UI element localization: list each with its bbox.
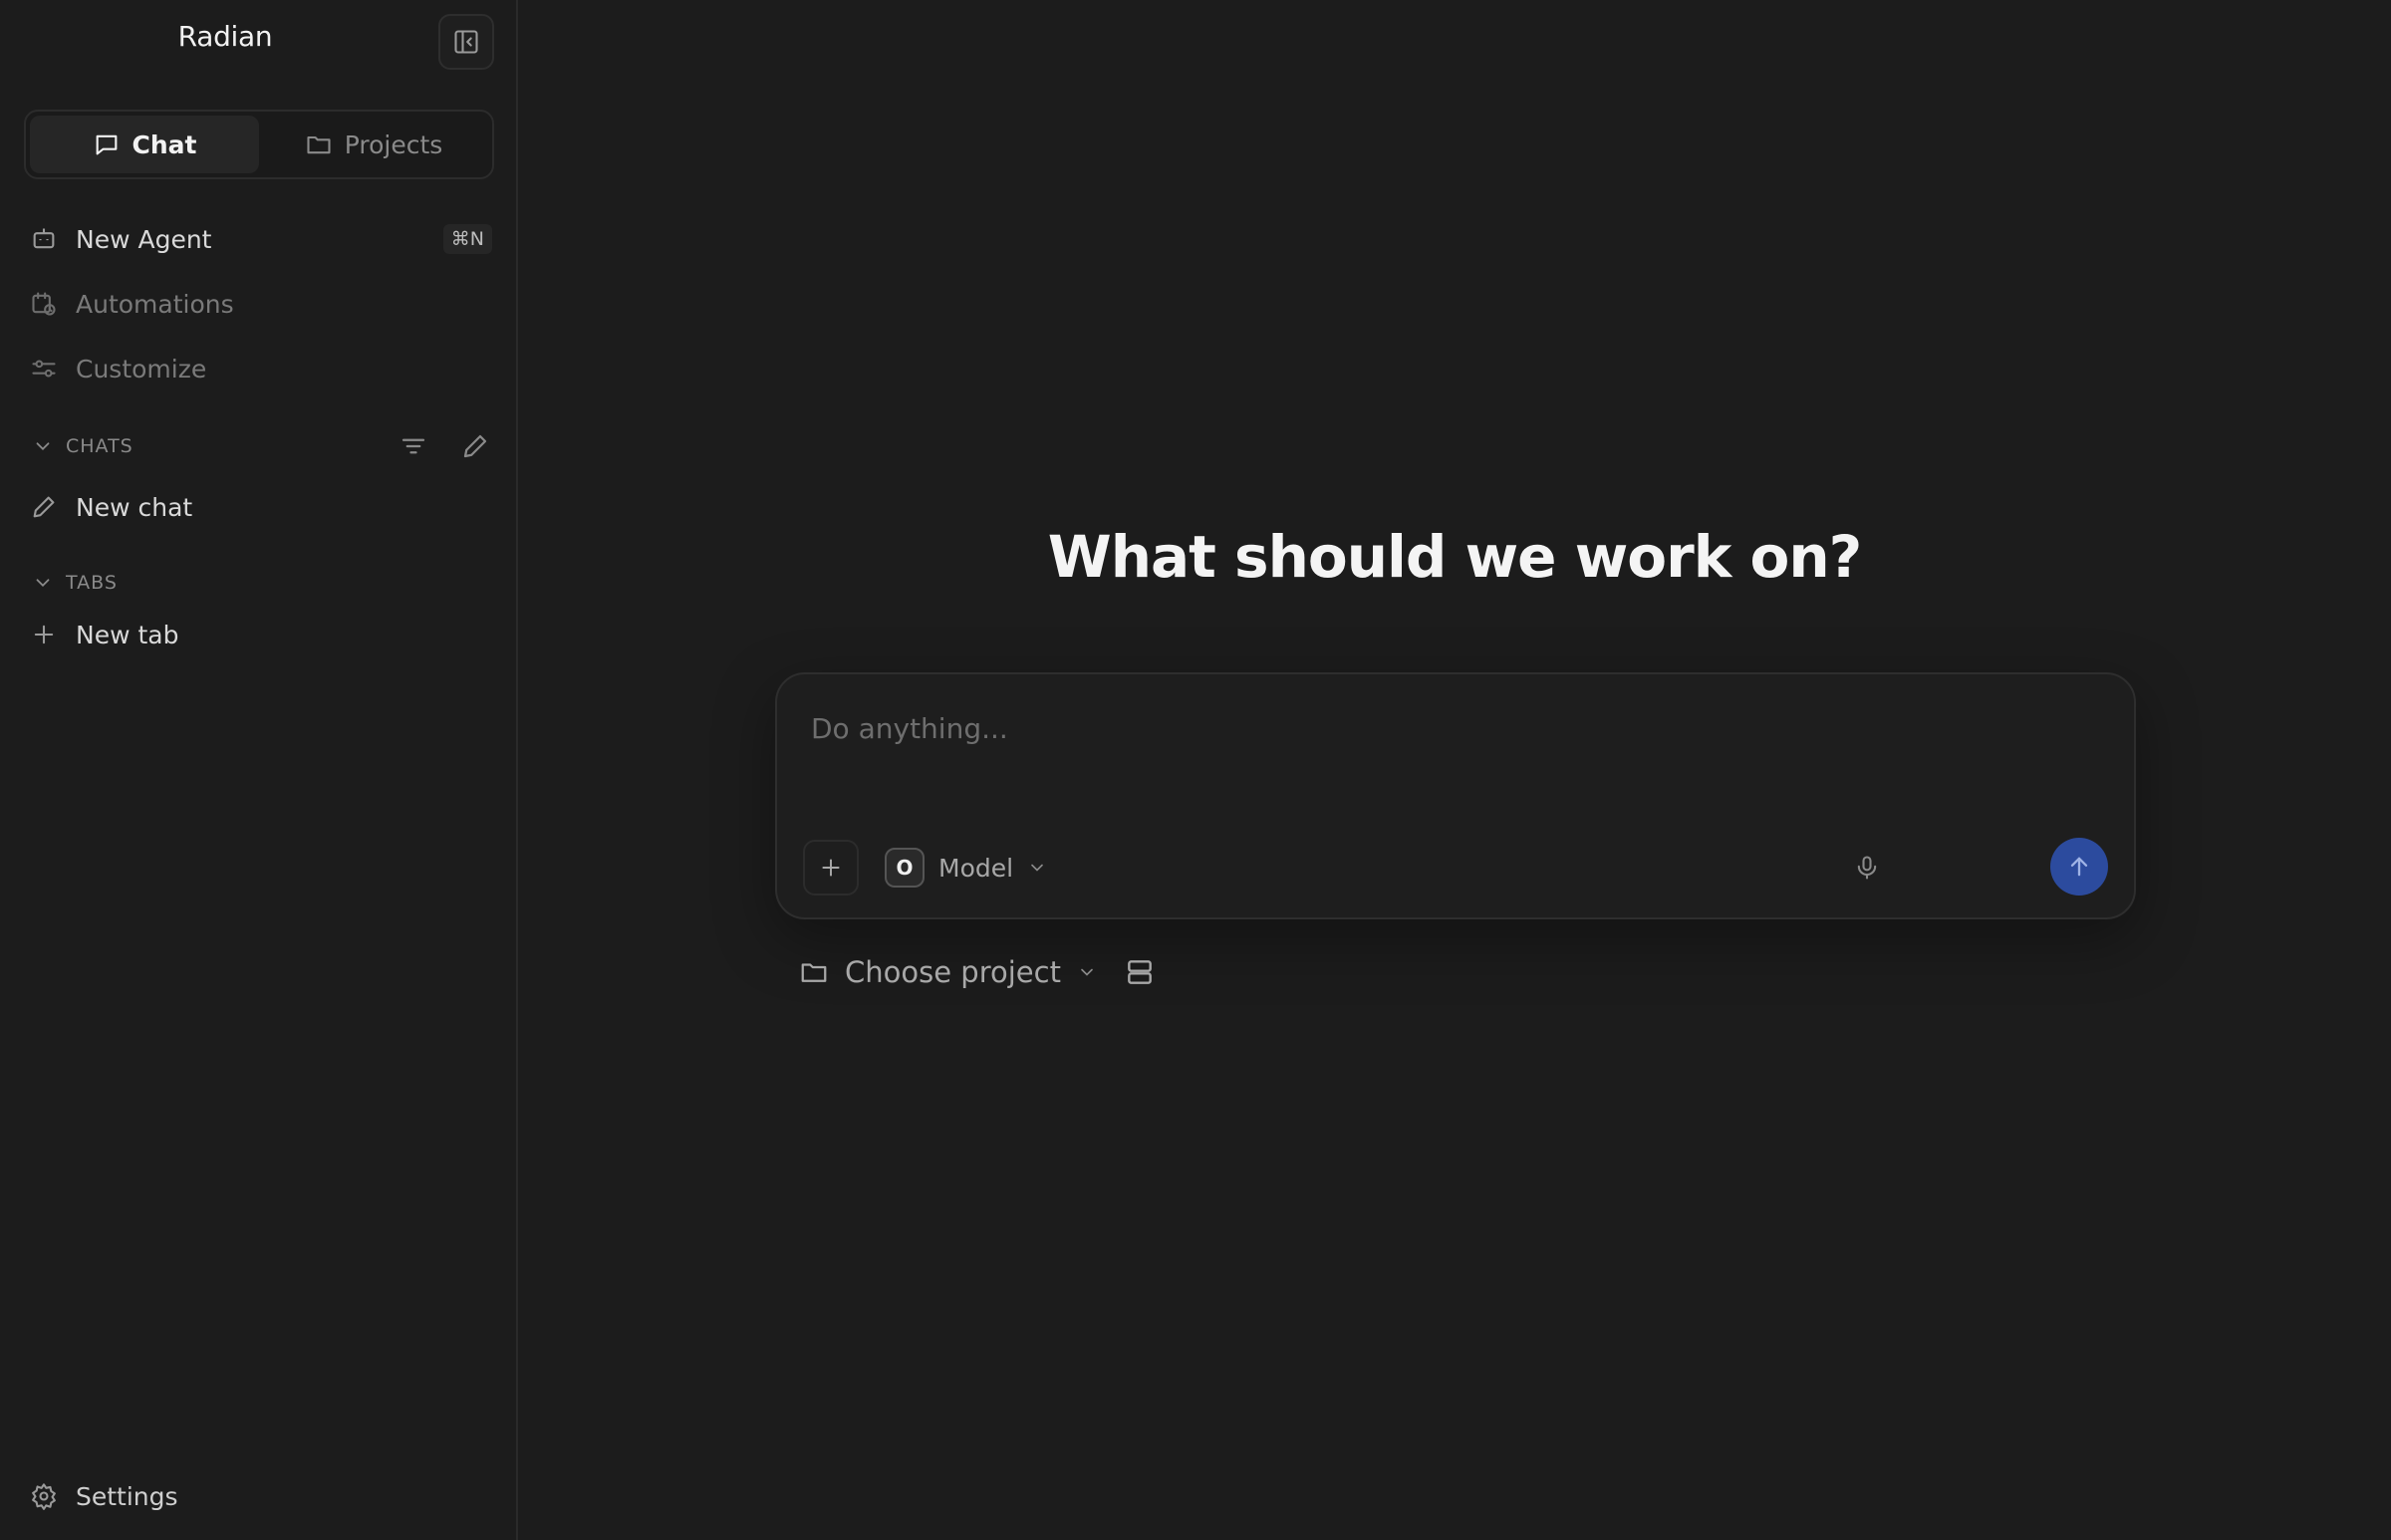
project-picker[interactable]: Choose project bbox=[799, 949, 1097, 995]
model-badge: O bbox=[885, 848, 925, 888]
pencil-icon bbox=[33, 496, 55, 518]
tab-chat-label: Chat bbox=[132, 129, 197, 159]
project-picker-label: Choose project bbox=[845, 955, 1061, 989]
chevron-down-icon bbox=[1081, 968, 1093, 976]
nav-automations-label: Automations bbox=[76, 289, 234, 319]
calendar-clock-icon bbox=[32, 292, 56, 316]
nav-new-agent-label: New Agent bbox=[76, 224, 212, 254]
app-title: Radian bbox=[177, 20, 273, 53]
sidebar-item-new-chat[interactable]: New chat bbox=[30, 483, 492, 531]
collapse-sidebar-button[interactable] bbox=[438, 14, 494, 70]
chats-section-label: CHATS bbox=[66, 435, 133, 457]
chats-section-header[interactable]: CHATS bbox=[32, 426, 490, 466]
layout-toggle-button[interactable] bbox=[1120, 952, 1160, 992]
folder-icon bbox=[801, 963, 827, 982]
voice-input-button[interactable] bbox=[1845, 846, 1889, 890]
view-switcher: Chat Projects bbox=[24, 110, 494, 179]
composer: O Model bbox=[775, 672, 2136, 919]
model-label: Model bbox=[938, 853, 1014, 883]
new-tab-label: New tab bbox=[76, 620, 179, 649]
robot-icon bbox=[33, 228, 55, 249]
chevron-down-icon bbox=[36, 579, 50, 588]
sliders-icon bbox=[32, 360, 56, 378]
nav-customize-label: Customize bbox=[76, 354, 207, 384]
prompt-input[interactable] bbox=[809, 704, 2084, 752]
chevron-down-icon bbox=[1031, 864, 1043, 872]
settings-label: Settings bbox=[76, 1481, 178, 1511]
main-area: What should we work on? O Model bbox=[518, 0, 2391, 1540]
app-window: Radian Chat Projects New Agent ⌘N Automa… bbox=[0, 0, 2391, 1540]
stacked-layout-icon bbox=[1128, 960, 1152, 984]
sidebar-item-new-tab[interactable]: New tab bbox=[30, 611, 492, 658]
plus-icon bbox=[822, 859, 840, 877]
folder-icon bbox=[307, 135, 331, 154]
chevron-down-icon bbox=[36, 442, 50, 451]
nav-automations[interactable]: Automations bbox=[30, 280, 492, 328]
chat-bubble-icon bbox=[96, 134, 117, 155]
pencil-icon bbox=[463, 434, 487, 458]
tab-chat[interactable]: Chat bbox=[30, 116, 259, 173]
microphone-icon bbox=[1857, 856, 1877, 880]
settings-button[interactable]: Settings bbox=[30, 1472, 178, 1520]
filter-chats-button[interactable] bbox=[398, 431, 428, 461]
send-button[interactable] bbox=[2050, 838, 2108, 896]
nav-customize[interactable]: Customize bbox=[30, 345, 492, 392]
attach-button[interactable] bbox=[803, 840, 859, 896]
tabs-section-header[interactable]: TABS bbox=[32, 563, 490, 603]
tab-projects[interactable]: Projects bbox=[259, 116, 488, 173]
plus-icon bbox=[34, 625, 54, 644]
sidebar: Radian Chat Projects New Agent ⌘N Automa… bbox=[0, 0, 518, 1540]
tab-projects-label: Projects bbox=[344, 129, 443, 159]
gear-icon bbox=[32, 1483, 56, 1510]
shortcut-badge: ⌘N bbox=[442, 224, 492, 254]
nav-new-agent[interactable]: New Agent ⌘N bbox=[30, 215, 492, 263]
model-selector[interactable]: O Model bbox=[885, 840, 1047, 896]
sidebar-collapse-icon bbox=[454, 30, 478, 54]
filter-icon bbox=[401, 438, 425, 454]
new-chat-label: New chat bbox=[76, 492, 193, 522]
arrow-up-icon bbox=[2070, 857, 2088, 877]
new-chat-icon-button[interactable] bbox=[460, 431, 490, 461]
tabs-section-label: TABS bbox=[66, 572, 118, 594]
page-title: What should we work on? bbox=[1047, 523, 1863, 591]
